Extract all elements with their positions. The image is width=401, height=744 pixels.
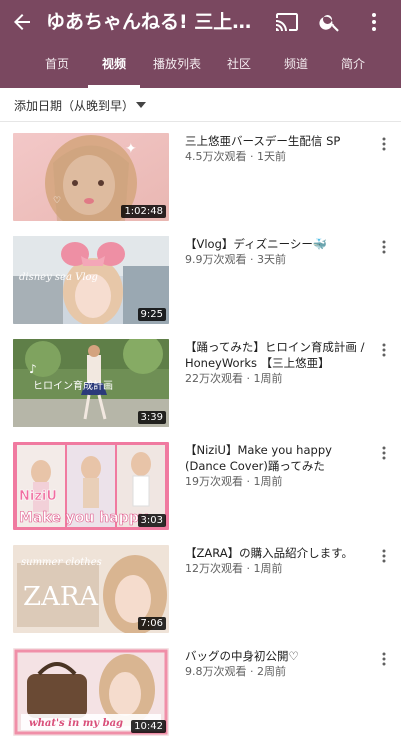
more-vertical-icon[interactable] — [362, 10, 386, 34]
video-title[interactable]: 【ZARA】の購入品紹介します。 — [185, 545, 367, 561]
sort-label: 添加日期（从晚到早） — [14, 99, 135, 113]
tab-videos[interactable]: 视频 — [88, 44, 140, 88]
thumbnail-caption: what's in my bag — [29, 718, 123, 729]
tab-about[interactable]: 简介 — [328, 44, 378, 88]
video-title[interactable]: バッグの中身初公開♡ — [185, 648, 367, 664]
video-duration: 3:03 — [137, 514, 166, 527]
thumbnail-caption: ZARA — [23, 582, 99, 612]
thumbnail-caption: disney sea Vlog — [19, 272, 98, 283]
video-duration: 7:06 — [137, 617, 166, 630]
more-vertical-icon[interactable] — [378, 445, 390, 461]
video-list-item[interactable]: ✦ ♡ 1:02:48 三上悠亜バースデー生配信 SP 4.5万次观看 · 1天… — [0, 133, 401, 229]
video-list-item[interactable]: NiziU Make you happy 3:03 【NiziU】Make yo… — [0, 442, 401, 538]
back-arrow-icon[interactable] — [10, 10, 34, 34]
channel-tabs: 首页 视频 播放列表 社区 频道 简介 — [0, 44, 401, 88]
video-list-item[interactable]: summer clothes ZARA 7:06 【ZARA】の購入品紹介します… — [0, 545, 401, 641]
thumbnail-caption: Make you happy — [19, 510, 148, 526]
more-vertical-icon[interactable] — [378, 548, 390, 564]
svg-text:♪: ♪ — [29, 362, 37, 376]
video-title[interactable]: 【NiziU】Make you happy (Dance Cover)踊ってみた — [185, 442, 367, 474]
more-vertical-icon[interactable] — [378, 136, 390, 152]
channel-title: ゆあちゃんねる! 三上悠亜 — [46, 11, 264, 33]
tab-playlists[interactable]: 播放列表 — [146, 44, 208, 88]
video-list-item[interactable]: what's in my bag 10:42 バッグの中身初公開♡ 9.8万次观… — [0, 648, 401, 744]
tab-channels[interactable]: 频道 — [270, 44, 322, 88]
video-duration: 9:25 — [137, 308, 166, 321]
svg-text:✦: ✦ — [125, 141, 137, 157]
video-meta: 19万次观看 · 1周前 — [185, 475, 283, 488]
cast-icon[interactable] — [275, 10, 299, 34]
video-duration: 3:39 — [137, 411, 166, 424]
video-meta: 9.9万次观看 · 3天前 — [185, 253, 286, 266]
video-thumbnail[interactable]: ✦ ♡ 1:02:48 — [13, 133, 169, 221]
video-duration: 1:02:48 — [121, 205, 166, 218]
thumbnail-caption: summer clothes — [21, 557, 102, 568]
video-title[interactable]: 【踊ってみた】ヒロイン育成計画 / HoneyWorks 【三上悠亜】 — [185, 339, 367, 371]
more-vertical-icon[interactable] — [378, 239, 390, 255]
more-vertical-icon[interactable] — [378, 651, 390, 667]
video-list-item[interactable]: ヒロイン育成計画 ♪ 3:39 【踊ってみた】ヒロイン育成計画 / HoneyW… — [0, 339, 401, 435]
svg-text:♡: ♡ — [53, 196, 61, 206]
video-meta: 9.8万次观看 · 2周前 — [185, 665, 286, 678]
video-thumbnail[interactable]: disney sea Vlog 9:25 — [13, 236, 169, 324]
thumbnail-caption: ヒロイン育成計画 — [33, 379, 113, 392]
video-thumbnail[interactable]: summer clothes ZARA 7:06 — [13, 545, 169, 633]
video-meta: 22万次观看 · 1周前 — [185, 372, 283, 385]
channel-header: ゆあちゃんねる! 三上悠亜 首页 视频 播放列表 社区 频道 简介 — [0, 0, 401, 88]
tab-home[interactable]: 首页 — [28, 44, 86, 88]
video-list-item[interactable]: disney sea Vlog 9:25 【Vlog】ディズニーシー🐳 9.9万… — [0, 236, 401, 332]
video-duration: 10:42 — [131, 720, 166, 733]
video-meta: 12万次观看 · 1周前 — [185, 562, 283, 575]
video-thumbnail[interactable]: ヒロイン育成計画 ♪ 3:39 — [13, 339, 169, 427]
thumbnail-caption: NiziU — [19, 489, 57, 504]
more-vertical-icon[interactable] — [378, 342, 390, 358]
video-thumbnail[interactable]: what's in my bag 10:42 — [13, 648, 169, 736]
search-icon[interactable] — [318, 10, 342, 34]
dropdown-arrow-icon — [136, 102, 146, 108]
top-app-bar: ゆあちゃんねる! 三上悠亜 — [0, 0, 401, 44]
video-title[interactable]: 三上悠亜バースデー生配信 SP — [185, 133, 367, 149]
sort-dropdown[interactable]: 添加日期（从晚到早） — [0, 88, 401, 122]
video-meta: 4.5万次观看 · 1天前 — [185, 150, 286, 163]
video-title[interactable]: 【Vlog】ディズニーシー🐳 — [185, 236, 367, 252]
tab-community[interactable]: 社区 — [214, 44, 264, 88]
video-thumbnail[interactable]: NiziU Make you happy 3:03 — [13, 442, 169, 530]
